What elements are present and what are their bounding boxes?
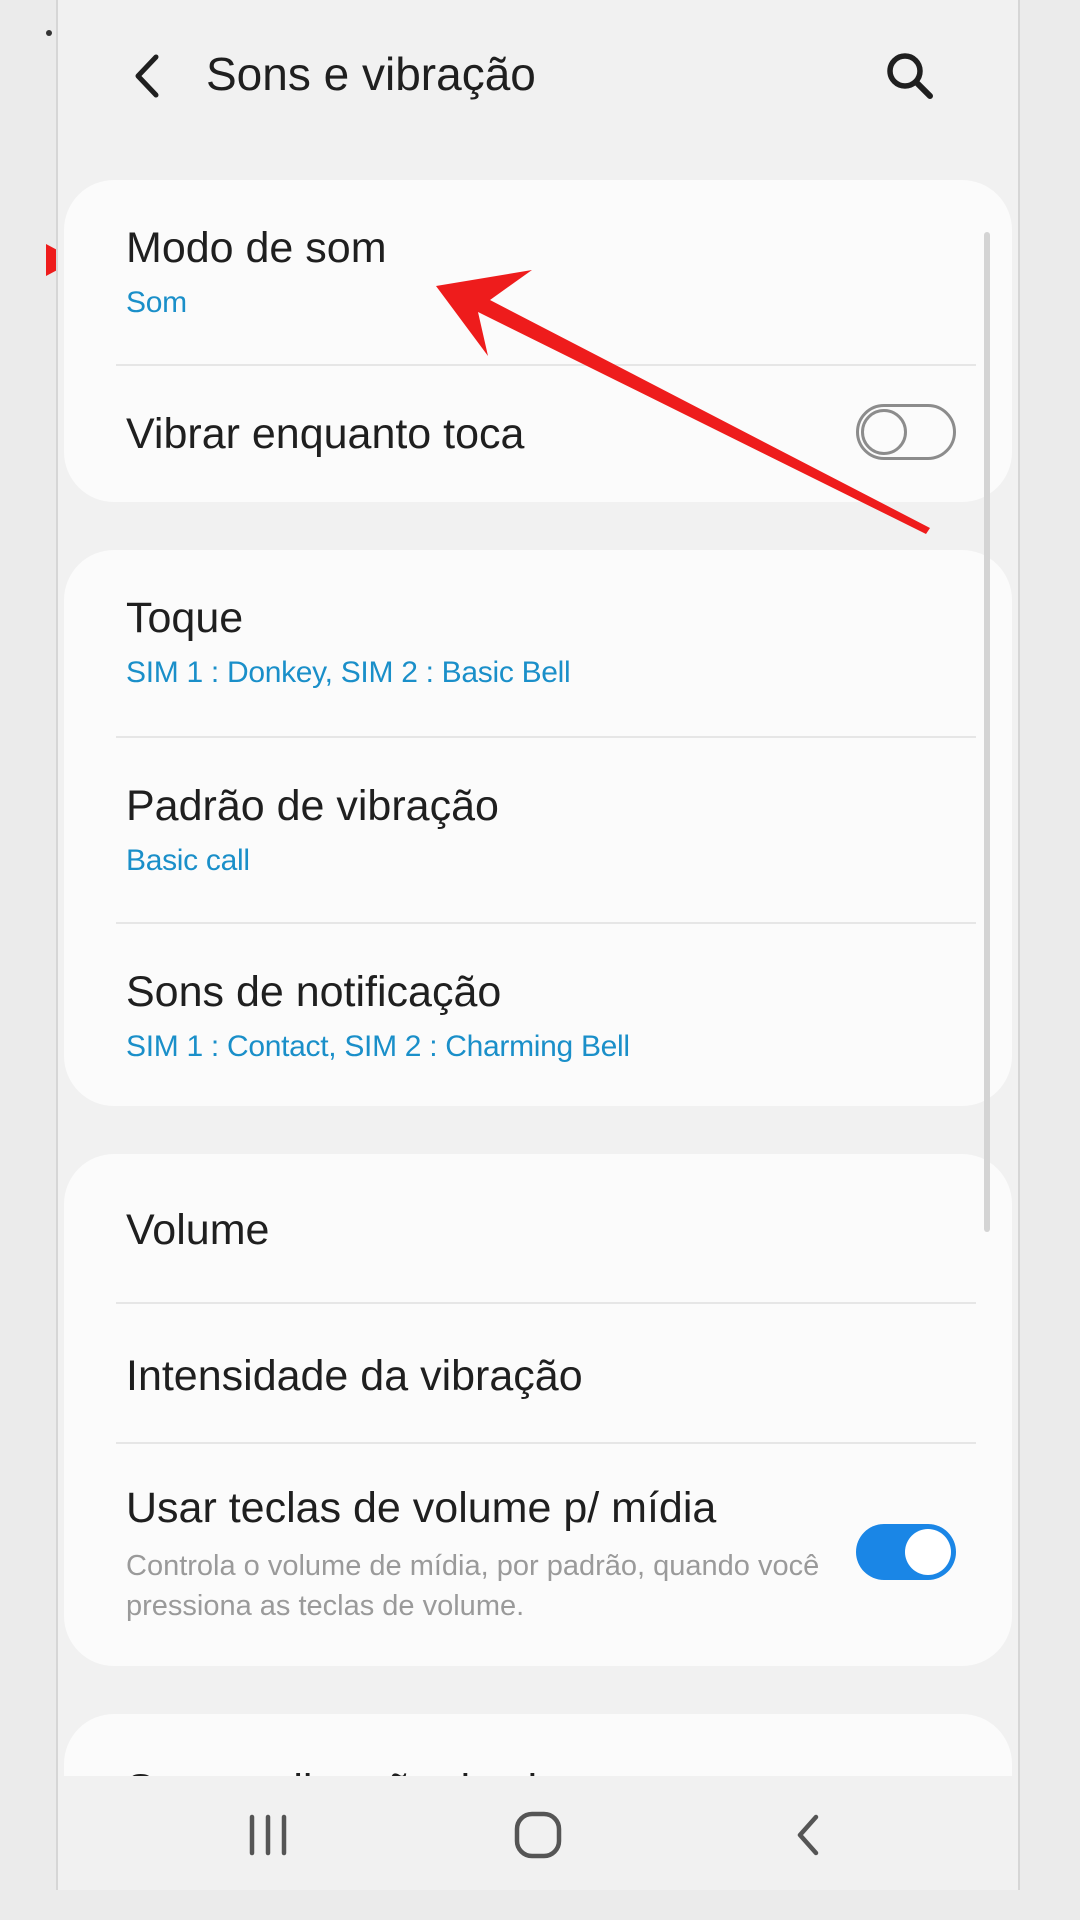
annotation-arrow xyxy=(436,270,930,534)
